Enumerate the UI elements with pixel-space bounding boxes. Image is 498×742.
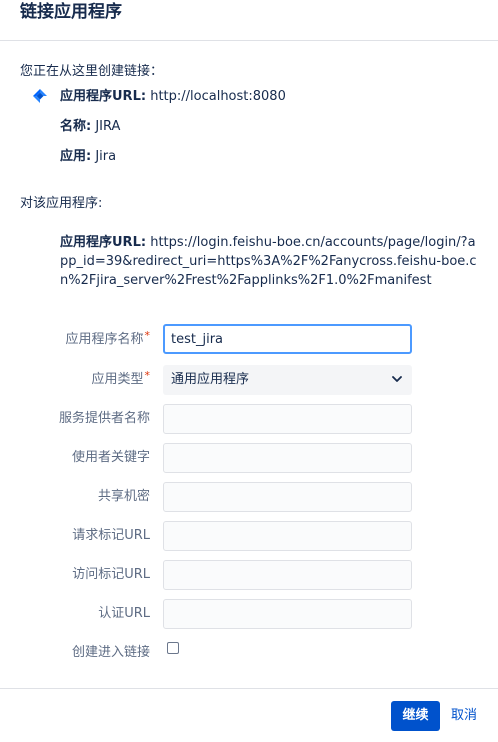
- from-app-value: Jira: [95, 149, 117, 164]
- auth-url-label: 认证URL: [98, 606, 150, 621]
- app-name-input[interactable]: [163, 324, 412, 354]
- app-name-label: 应用程序名称*: [65, 329, 151, 349]
- access-token-url-label: 访问标记URL: [72, 567, 150, 582]
- from-url-line: 应用程序URL: http://localhost:8080: [60, 88, 286, 106]
- from-url-label: 应用程序URL:: [60, 89, 147, 104]
- service-provider-input[interactable]: [163, 404, 412, 434]
- access-token-url-input[interactable]: [163, 560, 412, 590]
- shared-secret-input[interactable]: [163, 482, 412, 512]
- create-incoming-link-label: 创建进入链接: [71, 645, 150, 660]
- request-token-url-label: 请求标记URL: [72, 528, 150, 543]
- to-url-label: 应用程序URL:: [60, 235, 147, 250]
- consumer-key-input[interactable]: [163, 443, 412, 473]
- link-application-dialog: 链接应用程序 您正在从这里创建链接： 应用程序URL: http://local…: [0, 0, 498, 742]
- from-name-label: 名称:: [60, 119, 92, 134]
- app-type-label: 应用类型*: [91, 369, 151, 389]
- from-name-value: JIRA: [95, 119, 121, 134]
- jira-icon: [33, 89, 47, 103]
- auth-url-input[interactable]: [163, 599, 412, 629]
- app-type-label-text: 应用类型: [91, 372, 144, 387]
- dialog-title: 链接应用程序: [20, 2, 122, 22]
- app-type-select[interactable]: 通用应用程序: [163, 365, 412, 395]
- chevron-down-icon: [392, 376, 402, 382]
- shared-secret-label: 共享机密: [97, 489, 150, 504]
- from-app-line: 应用: Jira: [60, 148, 116, 166]
- from-section-heading: 您正在从这里创建链接：: [20, 64, 164, 79]
- from-name-line: 名称: JIRA: [60, 118, 120, 136]
- continue-button[interactable]: 继续: [391, 701, 440, 731]
- to-section-heading: 对该应用程序:: [20, 196, 103, 211]
- from-app-label: 应用:: [60, 149, 92, 164]
- from-url-value: http://localhost:8080: [150, 89, 286, 104]
- dialog-header: 链接应用程序: [0, 0, 498, 41]
- app-type-selected: 通用应用程序: [171, 372, 250, 387]
- create-incoming-link-checkbox[interactable]: [167, 642, 179, 654]
- required-marker: *: [144, 369, 151, 382]
- request-token-url-input[interactable]: [163, 521, 412, 551]
- to-url-line: 应用程序URL: https://login.feishu-boe.cn/acc…: [60, 233, 480, 290]
- service-provider-label: 服务提供者名称: [58, 411, 150, 426]
- app-name-label-text: 应用程序名称: [65, 332, 144, 347]
- required-marker: *: [144, 329, 151, 342]
- consumer-key-label: 使用者关键字: [71, 450, 150, 465]
- cancel-link[interactable]: 取消: [451, 707, 477, 725]
